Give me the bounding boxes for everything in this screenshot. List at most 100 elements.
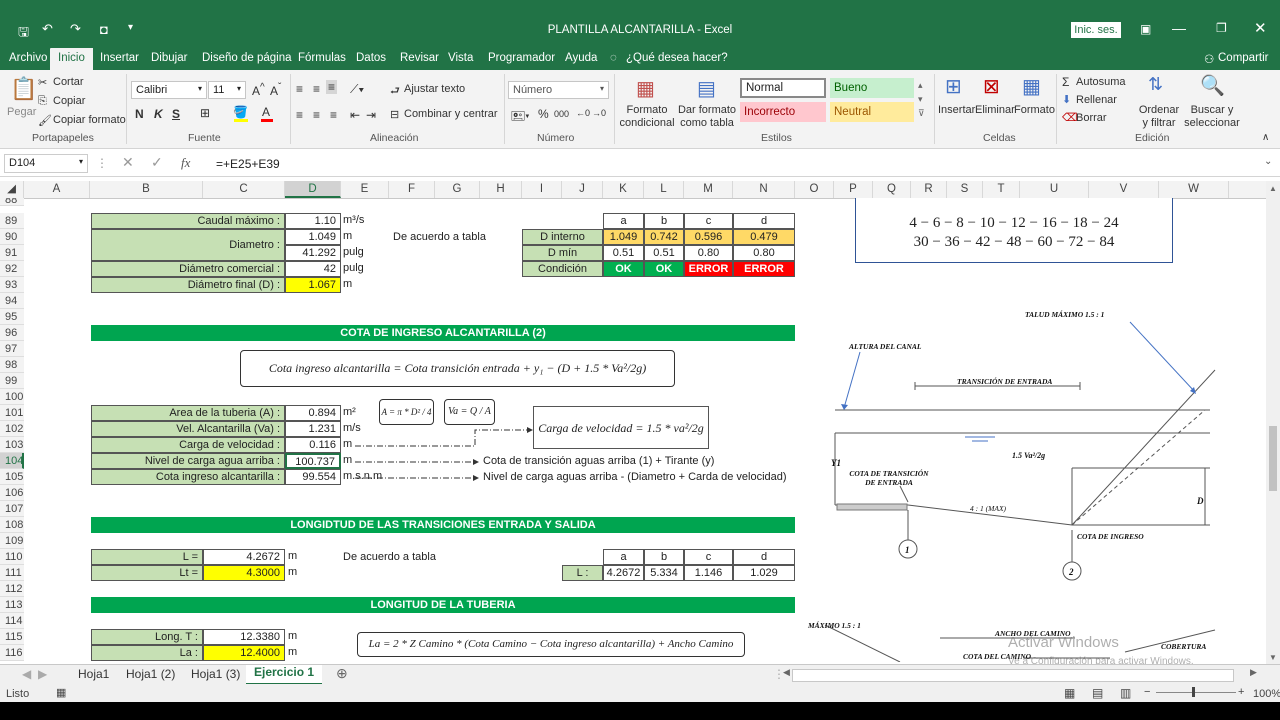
lt-value[interactable]: 4.3000 xyxy=(203,565,285,581)
decrease-decimal-icon[interactable]: →0 xyxy=(592,108,606,118)
scroll-down-icon[interactable]: ▼ xyxy=(1269,653,1277,662)
column-header[interactable]: M xyxy=(684,181,733,198)
sheet-tab[interactable]: Hoja1 (3) xyxy=(191,667,240,681)
row-header[interactable]: 100 xyxy=(0,389,24,405)
scroll-left-icon[interactable]: ◀ xyxy=(783,667,790,678)
diametro-unit-m[interactable]: m xyxy=(343,229,352,245)
t1-cell[interactable]: 0.80 xyxy=(684,245,733,261)
t3-cell[interactable]: 4.2672 xyxy=(603,565,644,581)
t1-row-label[interactable]: Condición xyxy=(522,261,603,277)
t1-header[interactable]: c xyxy=(684,213,733,229)
orientation-icon[interactable]: ⟋▾ xyxy=(350,82,364,97)
style-bad[interactable]: Incorrecto xyxy=(740,102,826,122)
t1-cell[interactable]: 1.049 xyxy=(603,229,644,245)
name-box[interactable]: D104 ▾ xyxy=(4,154,88,173)
tab-ayuda[interactable]: Ayuda xyxy=(565,52,597,64)
column-header[interactable]: J xyxy=(562,181,603,198)
zoom-in-icon[interactable]: + xyxy=(1238,686,1244,698)
number-format-select[interactable]: Número ▾ xyxy=(508,81,609,99)
t1-cell[interactable]: 0.596 xyxy=(684,229,733,245)
t1-status[interactable]: ERROR xyxy=(733,261,795,277)
select-all[interactable]: ◢ xyxy=(0,181,24,198)
next-sheet-icon[interactable]: ▶ xyxy=(38,667,47,681)
shrink-font-icon[interactable]: Aˇ xyxy=(270,82,281,98)
formula-velocidad[interactable]: Va = Q / A xyxy=(444,399,495,425)
align-top-icon[interactable]: ≡ xyxy=(296,82,303,96)
cota-value[interactable]: 99.554 xyxy=(285,469,341,485)
t3-header[interactable]: b xyxy=(644,549,684,565)
t3-header[interactable]: c xyxy=(684,549,733,565)
t3-row-label[interactable]: L : xyxy=(562,565,603,581)
cota-note[interactable]: Nivel de carga aguas arriba - (Diametro … xyxy=(483,470,787,486)
carga-value[interactable]: 0.116 xyxy=(285,437,341,453)
tabla-note-2[interactable]: De acuerdo a tabla xyxy=(343,550,436,566)
t1-cell[interactable]: 0.51 xyxy=(603,245,644,261)
row-header[interactable]: 96 xyxy=(0,325,24,341)
horizontal-scroll-thumb[interactable] xyxy=(792,669,1234,682)
tab-insertar[interactable]: Insertar xyxy=(100,52,139,64)
column-header[interactable]: W xyxy=(1159,181,1229,198)
column-header[interactable]: V xyxy=(1089,181,1159,198)
row-header[interactable]: 107 xyxy=(0,501,24,517)
diametro-value-m[interactable]: 1.049 xyxy=(285,229,341,245)
paste-icon[interactable]: 📋 xyxy=(10,76,37,102)
row-header[interactable]: 105 xyxy=(0,469,24,485)
macro-record-icon[interactable]: ▦ xyxy=(56,686,66,699)
normal-view-icon[interactable]: ▦ xyxy=(1064,686,1075,700)
t1-row-label[interactable]: D mín xyxy=(522,245,603,261)
increase-decimal-icon[interactable]: ←0 xyxy=(576,108,590,118)
font-size-select[interactable]: 11 ▾ xyxy=(208,81,246,99)
tab-archivo[interactable]: Archivo xyxy=(9,52,47,64)
tab-inicio[interactable]: Inicio xyxy=(50,48,93,70)
tab-dibujar[interactable]: Dibujar xyxy=(151,52,187,64)
caudal-value[interactable]: 1.10 xyxy=(285,213,341,229)
la-label[interactable]: La : xyxy=(91,645,203,661)
area-unit[interactable]: m² xyxy=(343,405,356,421)
wrap-text-icon[interactable]: ⮐ xyxy=(390,82,400,101)
dcom-label[interactable]: Diámetro comercial : xyxy=(91,261,285,277)
row-header[interactable]: 102 xyxy=(0,421,24,437)
section-longitud-tuberia[interactable]: LONGITUD DE LA TUBERIA xyxy=(91,597,795,613)
nivel-label[interactable]: Nivel de carga agua arriba : xyxy=(91,453,285,469)
t1-header[interactable]: a xyxy=(603,213,644,229)
longt-unit[interactable]: m xyxy=(288,629,297,645)
longt-value[interactable]: 12.3380 xyxy=(203,629,285,645)
formula-area[interactable]: A = π * D² / 4 xyxy=(379,399,434,425)
tab-vista[interactable]: Vista xyxy=(448,52,473,64)
nivel-value-selected[interactable]: 100.737 xyxy=(285,453,341,469)
t1-status[interactable]: OK xyxy=(644,261,684,277)
maximize-icon[interactable]: ❐ xyxy=(1216,21,1227,35)
scroll-up-icon[interactable]: ▲ xyxy=(1269,184,1277,193)
column-header[interactable]: B xyxy=(90,181,203,198)
row-header[interactable]: 89 xyxy=(0,213,24,229)
column-header[interactable]: S xyxy=(947,181,983,198)
find-select-button[interactable]: Buscar y seleccionar xyxy=(1184,104,1240,130)
sheet-tab[interactable]: Hoja1 xyxy=(78,667,109,681)
lt-unit[interactable]: m xyxy=(288,565,297,581)
cancel-icon[interactable]: ✕ xyxy=(122,154,134,171)
row-header[interactable]: 108 xyxy=(0,517,24,533)
row-header[interactable]: 114 xyxy=(0,613,24,629)
grow-font-icon[interactable]: A^ xyxy=(252,82,265,98)
row-header[interactable]: 104 xyxy=(0,453,24,469)
row-header[interactable]: 111 xyxy=(0,565,24,581)
column-header[interactable]: D xyxy=(285,181,341,198)
la-unit[interactable]: m xyxy=(288,645,297,661)
align-middle-icon[interactable]: ≡ xyxy=(313,82,320,96)
collapse-ribbon-icon[interactable]: ∧ xyxy=(1262,132,1269,143)
row-header[interactable]: 113 xyxy=(0,597,24,613)
column-header[interactable]: A xyxy=(24,181,90,198)
add-sheet-icon[interactable]: ⊕ xyxy=(336,665,348,682)
row-header[interactable]: 109 xyxy=(0,533,24,549)
row-header[interactable]: 95 xyxy=(0,309,24,325)
share-button[interactable]: Compartir xyxy=(1218,52,1268,64)
nivel-unit[interactable]: m xyxy=(343,453,352,469)
column-header[interactable]: U xyxy=(1020,181,1089,198)
prev-sheet-icon[interactable]: ◀ xyxy=(22,667,31,681)
t1-header[interactable]: d xyxy=(733,213,795,229)
align-center-icon[interactable]: ≡ xyxy=(313,108,320,122)
sign-in-button[interactable]: Inic. ses. xyxy=(1071,22,1121,38)
tab-formulas[interactable]: Fórmulas xyxy=(298,52,346,64)
tab-diseno[interactable]: Diseño de página xyxy=(202,52,292,64)
dcom-unit[interactable]: pulg xyxy=(343,261,364,277)
